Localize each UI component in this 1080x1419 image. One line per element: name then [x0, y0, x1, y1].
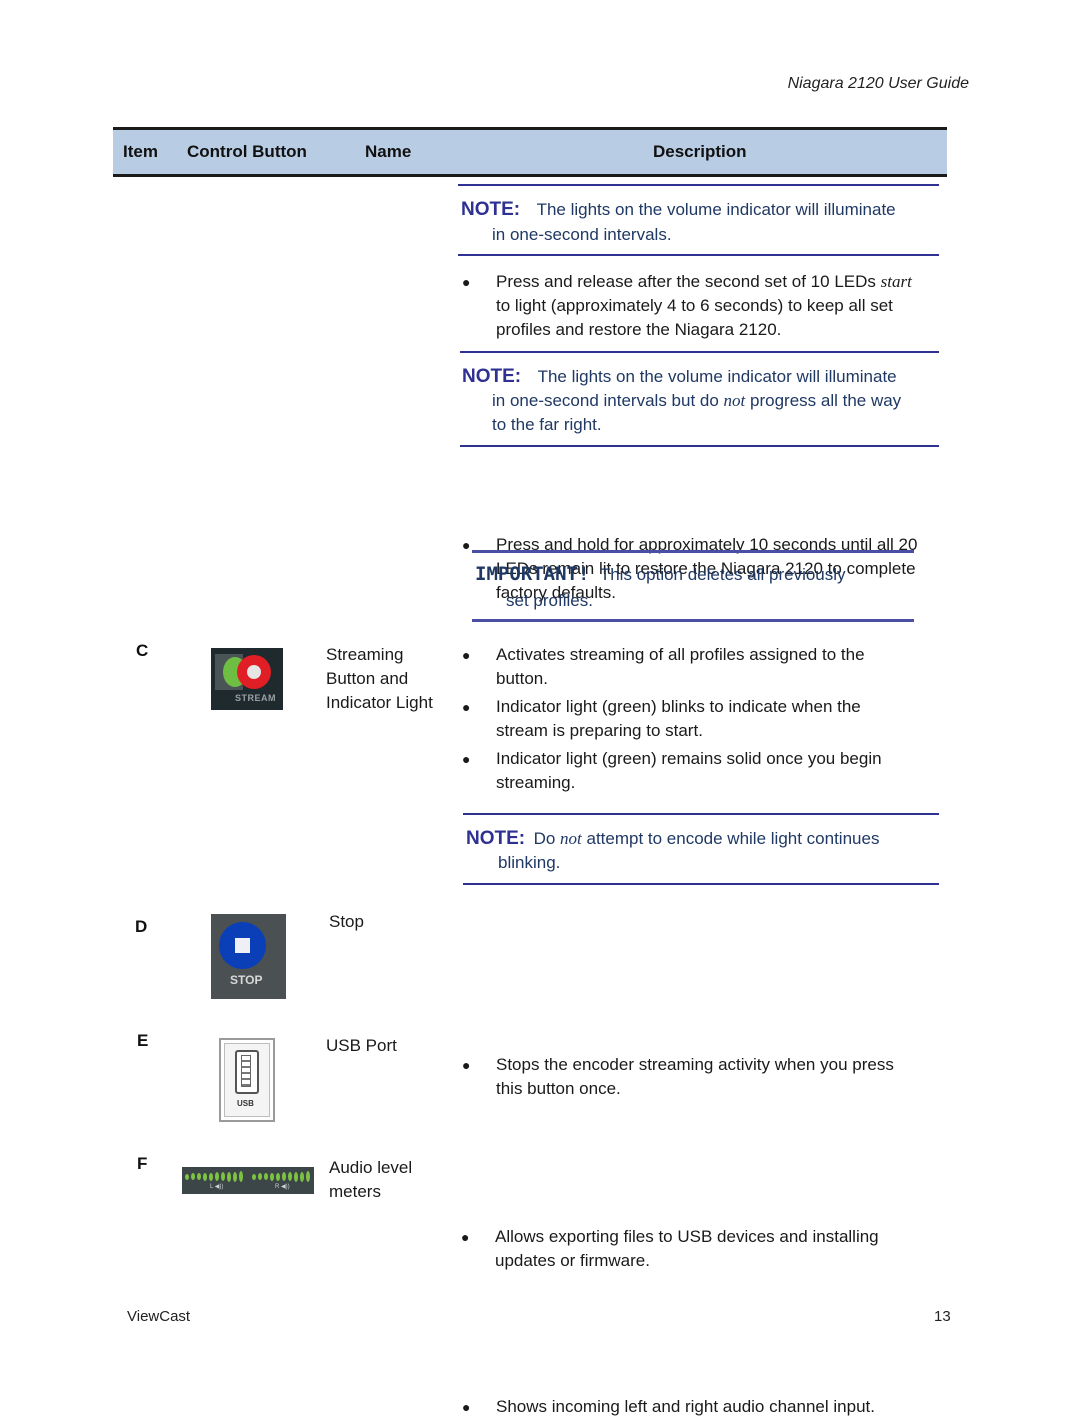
note-label: NOTE:	[466, 828, 526, 849]
led-dot	[191, 1173, 195, 1180]
note-box: NOTE: The lights on the volume indicator…	[460, 351, 939, 447]
item-letter: E	[137, 1031, 149, 1050]
table-header: Item Control Button Name Description	[113, 127, 947, 177]
led-dot	[203, 1172, 207, 1181]
led-dot	[197, 1173, 201, 1180]
item-letter: D	[135, 917, 148, 936]
note-text: in one-second intervals but do not progr…	[492, 391, 902, 410]
control-name: Streaming Button and Indicator Light	[326, 645, 433, 712]
emphasis-text: start	[880, 272, 912, 291]
bullet-icon: ●	[462, 751, 471, 767]
description-bullet: ● Allows exporting files to USB devices …	[461, 1227, 879, 1270]
bullet-icon: ●	[462, 537, 471, 553]
bullet-icon: ●	[462, 1057, 471, 1073]
led-dot	[270, 1172, 274, 1181]
item-letter: F	[137, 1154, 148, 1173]
led-dot	[288, 1172, 292, 1181]
control-name: Stop	[329, 912, 364, 931]
bullet-text: to light (approximately 4 to 6 seconds) …	[496, 296, 893, 315]
led-dot	[276, 1172, 280, 1181]
led-dot	[282, 1172, 286, 1181]
led-dot	[227, 1171, 231, 1182]
bullet-icon: ●	[461, 1229, 470, 1245]
left-channel-label: L ◀))	[210, 1184, 224, 1190]
running-header: Niagara 2120 User Guide	[787, 75, 969, 92]
led-dot	[258, 1173, 262, 1180]
button-caption: STOP	[230, 973, 263, 987]
note-text: The lights on the volume indicator will …	[536, 200, 896, 219]
button-caption: USB	[237, 1099, 254, 1108]
note-text: in one-second intervals.	[492, 225, 672, 244]
led-dot	[215, 1172, 219, 1181]
led-row-left	[185, 1171, 243, 1182]
description-bullet: ● Press and release after the second set…	[462, 270, 966, 342]
right-channel-label: R ◀))	[275, 1184, 290, 1190]
led-dot	[252, 1173, 256, 1180]
led-dot	[209, 1172, 213, 1181]
page-number: 13	[934, 1308, 951, 1325]
usb-port-icon: USB	[219, 1038, 275, 1122]
bullet-icon: ●	[462, 647, 471, 663]
note-label: NOTE:	[462, 366, 522, 387]
led-dot	[221, 1172, 225, 1181]
stop-button-icon: STOP	[211, 914, 286, 999]
description-list: ● Activates streaming of all profiles ass…	[462, 643, 932, 795]
description-bullet: ● Stops the encoder streaming activity w…	[462, 1055, 894, 1098]
note-text: to the far right.	[492, 415, 602, 434]
note-box: NOTE: The lights on the volume indicator…	[458, 184, 939, 256]
bullet-icon: ●	[462, 274, 471, 290]
led-dot	[264, 1173, 268, 1180]
control-name: Audio level meters	[329, 1158, 413, 1201]
button-caption: STREAM	[235, 693, 276, 703]
bullet-text: Press and release after the second set o…	[496, 272, 881, 291]
note-label: NOTE:	[461, 199, 521, 220]
item-letter: C	[136, 641, 149, 660]
led-dot	[233, 1171, 237, 1182]
note-text: blinking.	[498, 853, 561, 872]
description-bullet: ● Indicator light (green) blinks to indic…	[462, 697, 861, 740]
control-name: USB Port	[326, 1036, 397, 1055]
column-header-description: Description	[653, 142, 747, 161]
important-label: IMPORTANT!	[475, 563, 590, 585]
led-dot	[294, 1171, 298, 1182]
description-bullet: ● Activates streaming of all profiles ass…	[462, 645, 865, 688]
bullet-icon: ●	[462, 1399, 471, 1415]
important-box: IMPORTANT! This option deletes all previ…	[472, 550, 914, 622]
note-text: The lights on the volume indicator will …	[537, 367, 897, 386]
note-text: Do not attempt to encode while light con…	[533, 829, 880, 848]
led-row-right	[252, 1171, 310, 1182]
important-text: This option deletes all previously	[599, 565, 846, 584]
bullet-icon: ●	[462, 699, 471, 715]
led-dot	[300, 1171, 304, 1182]
description-bullet: ● Indicator light (green) remains solid o…	[462, 749, 882, 792]
note-box: NOTE: Do not attempt to encode while lig…	[463, 813, 939, 885]
led-dot	[185, 1173, 189, 1180]
audio-meter-icon: L ◀)) R ◀))	[182, 1167, 314, 1194]
footer-company: ViewCast	[127, 1308, 191, 1325]
bullet-text: profiles and restore the Niagara 2120.	[496, 320, 782, 339]
description-bullet: ● Shows incoming left and right audio ch…	[462, 1395, 966, 1419]
column-header-name: Name	[365, 142, 412, 161]
led-dot	[306, 1171, 310, 1182]
stream-button-icon: STREAM	[211, 648, 283, 710]
column-header-item: Item	[123, 142, 158, 161]
led-dot	[239, 1171, 243, 1182]
column-header-control-button: Control Button	[187, 142, 307, 161]
important-text: set profiles.	[506, 591, 593, 610]
